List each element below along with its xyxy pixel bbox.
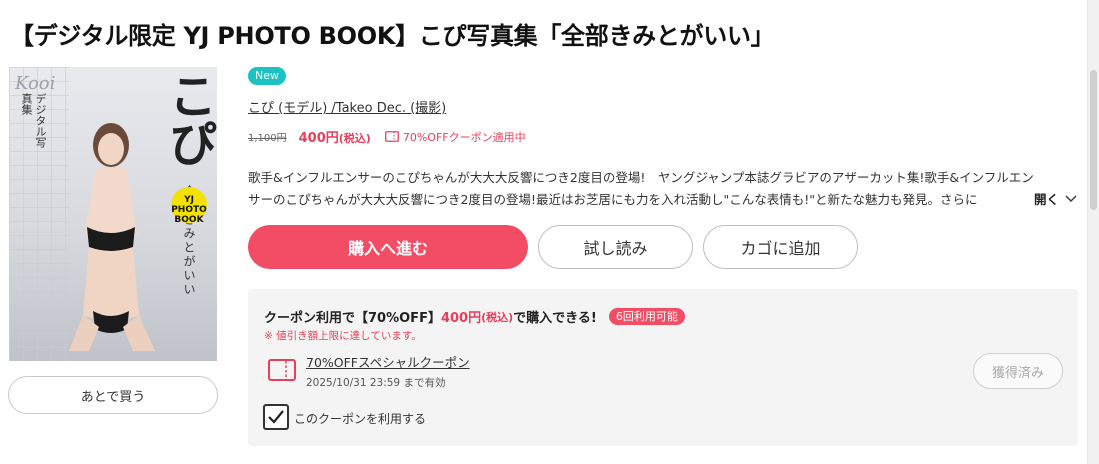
new-badge: New [248,67,286,85]
coupon-head-off: 【70%OFF】 [355,311,441,326]
proceed-to-purchase-button[interactable]: 購入へ進む [248,225,528,269]
use-coupon-checkbox[interactable] [263,404,289,430]
cover-model-name: こぴ [160,71,216,167]
discounted-price: 400円(税込) [299,127,371,146]
description-line: サーのこぴちゃんが大大大反響につき2度目の登場!最近はお芝居にも力を入れ活動し"… [248,192,978,207]
book-cover-image[interactable]: Kooi デジタル写真集 こぴ 全部きみとがいい YJ PHOTO BOOK [9,67,217,361]
coupon-icon [384,131,399,142]
coupon-applied-tag: 70%OFFクーポン適用中 [384,129,526,145]
coupon-head-tax: (税込) [481,310,514,324]
description-line: 歌手&インフルエンサーのこぴちゃんが大大大反響につき2度目の登場! ヤングジャン… [248,170,1034,185]
scrollbar[interactable] [1087,0,1099,464]
expand-description-button[interactable]: 開く [1034,189,1078,208]
price-row: 1,100円 400円(税込) 70%OFFクーポン適用中 [248,127,526,147]
coupon-acquired-button[interactable]: 獲得済み [973,353,1063,389]
cover-yj-badge: YJ PHOTO BOOK [171,187,207,225]
page-title: 【デジタル限定 YJ PHOTO BOOK】こぴ写真集「全部きみとがいい」 [10,22,775,50]
use-coupon-label[interactable]: このクーポンを利用する [294,410,426,427]
original-price: 1,100円 [248,133,287,144]
coupon-name-link[interactable]: 70%OFFスペシャルクーポン [306,352,470,371]
coupon-head-prefix: クーポン利用で [264,311,356,326]
chevron-down-icon [1065,195,1077,202]
coupon-headline: クーポン利用で 【70%OFF】 400円 (税込) で購入できる! 6回利用可… [264,307,685,326]
coupon-head-price: 400円 [440,311,482,326]
coupon-applied-text: 70%OFFクーポン適用中 [402,130,526,144]
trial-read-button[interactable]: 試し読み [538,225,693,269]
buy-later-button[interactable]: あとで買う [8,376,218,414]
cover-model-figure [69,123,155,351]
coupon-expiry: 2025/10/31 23:59 まで有効 [306,377,446,389]
tax-label: (税込) [338,132,371,145]
description: 歌手&インフルエンサーのこぴちゃんが大大大反響につき2度目の登場! ヤングジャン… [248,167,1038,211]
coupon-limit-note: ※ 値引き額上限に達しています。 [264,330,422,342]
discounted-price-value: 400円 [298,131,339,146]
expand-label: 開く [1034,192,1060,207]
author-link[interactable]: こぴ (モデル) /Takeo Dec. (撮影) [248,97,446,116]
scrollbar-thumb[interactable] [1090,70,1097,210]
coupon-head-suffix: で購入できる! [513,311,597,326]
cover-brand: Kooi [15,73,56,94]
checkmark-icon [268,410,284,424]
cover-subtitle: デジタル写真集 [20,93,47,148]
add-to-cart-button[interactable]: カゴに追加 [703,225,858,269]
coupon-usage-count-badge: 6回利用可能 [608,308,685,325]
coupon-ticket-icon [268,359,296,381]
coupon-panel: クーポン利用で 【70%OFF】 400円 (税込) で購入できる! 6回利用可… [248,289,1078,446]
